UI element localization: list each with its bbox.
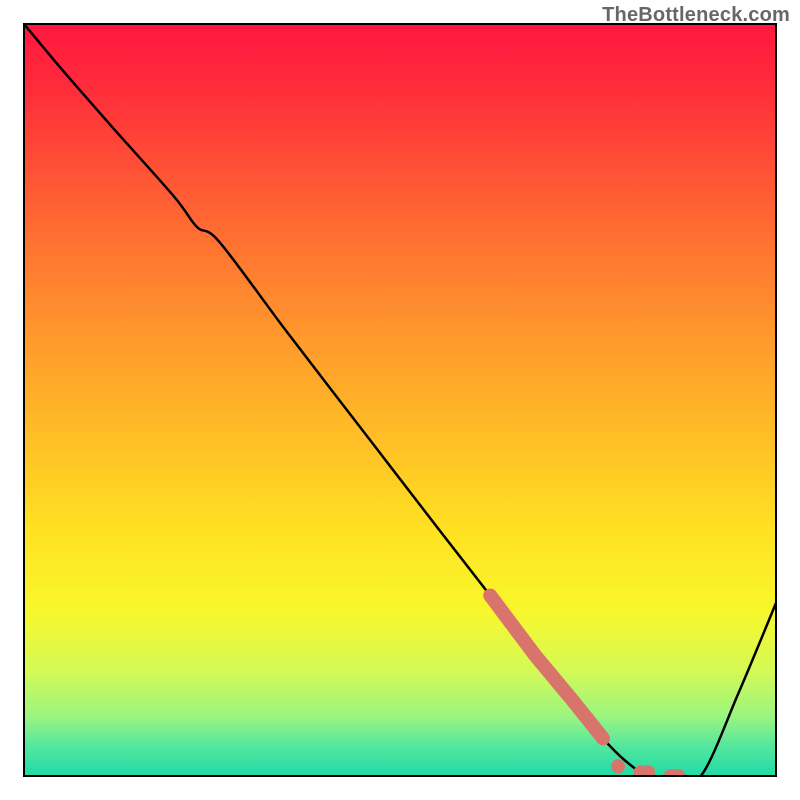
chart-container: TheBottleneck.com [0, 0, 800, 800]
chart-svg [0, 0, 800, 800]
highlight-dot [612, 760, 625, 773]
watermark-text: TheBottleneck.com [602, 4, 790, 27]
plot-background [24, 24, 776, 776]
